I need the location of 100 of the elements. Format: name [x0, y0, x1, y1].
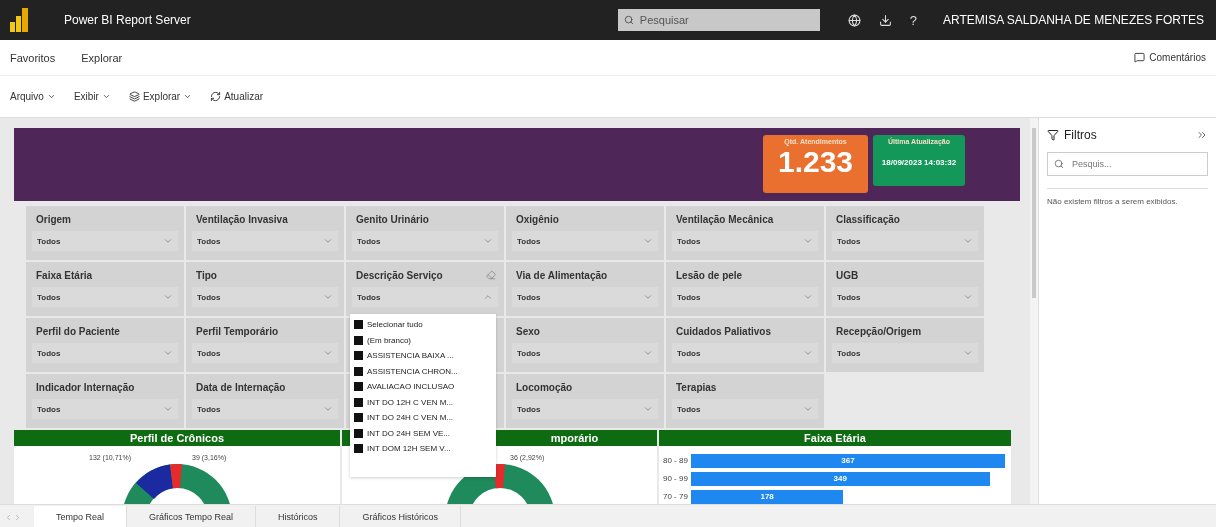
comments-link[interactable]: Comentários	[1134, 52, 1206, 63]
chevron-down-icon	[163, 292, 173, 302]
slicer-title: Ventilação Invasiva	[195, 214, 288, 227]
slicer-dropdown[interactable]: Todos	[352, 287, 498, 307]
chevron-down-icon	[163, 348, 173, 358]
nav-link[interactable]: Explorar	[81, 51, 123, 64]
slicer-dropdown[interactable]: Todos	[672, 343, 818, 363]
option-label[interactable]: ASSISTENCIA CHRON...	[367, 366, 458, 376]
search-icon	[623, 15, 634, 25]
option-label[interactable]: ASSISTENCIA BAIXA ...	[367, 351, 454, 361]
axis-label: 70 - 79	[663, 492, 689, 501]
option-label[interactable]: INT DO 12H C VEN M...	[367, 397, 454, 407]
checkbox[interactable]	[354, 335, 363, 345]
slicer-title: Descrição Serviço	[355, 270, 443, 283]
checkbox[interactable]	[354, 382, 363, 392]
option-label[interactable]: INT DO 24H SEM VE...	[367, 428, 450, 438]
slicer-title: Locomoção	[515, 382, 573, 395]
chevron-down-icon	[163, 404, 173, 414]
help-button[interactable]: ?	[909, 12, 918, 28]
option-label[interactable]: (Em branco)	[367, 335, 411, 345]
slicer-dropdown[interactable]: Todos	[512, 231, 658, 251]
slicer-title: Data de Internação	[195, 382, 286, 395]
option-label[interactable]: AVALIACAO INCLUSAO	[367, 382, 455, 392]
toolbar-button[interactable]: Exibir	[73, 91, 111, 102]
slicer-title: Oxigênio	[515, 214, 559, 227]
page-tab[interactable]: Gráficos Tempo Real	[127, 506, 256, 527]
refresh-icon	[210, 91, 222, 102]
kpi-value: 1.233	[777, 145, 854, 178]
filter-search-field[interactable]: Pesquis...	[1047, 152, 1208, 176]
globe-icon[interactable]	[847, 13, 861, 27]
slicer-dropdown[interactable]: Todos	[512, 399, 658, 419]
slicer-title: Terapias	[675, 382, 717, 395]
slicer-title: Lesão de pele	[675, 270, 743, 283]
slicer-dropdown[interactable]: Todos	[832, 343, 978, 363]
option-label[interactable]: INT DOM 12H SEM V...	[367, 444, 451, 454]
slicer-dropdown[interactable]: Todos	[32, 231, 178, 251]
option-label[interactable]: INT DO 24H C VEN M...	[367, 413, 454, 423]
checkbox[interactable]	[354, 366, 363, 376]
chevron-down-icon	[323, 348, 333, 358]
toolbar-button[interactable]: Atualizar	[210, 91, 264, 102]
slicer-dropdown[interactable]: Todos	[192, 399, 338, 419]
slicer-title: Via de Alimentação	[515, 270, 608, 283]
slicer-title: Origem	[35, 214, 71, 227]
download-icon[interactable]	[878, 13, 892, 27]
checkbox[interactable]	[354, 351, 363, 361]
search-field[interactable]: Pesquisar	[617, 9, 820, 31]
chart-title: mporário	[550, 432, 599, 444]
checkbox[interactable]	[354, 428, 363, 438]
chevron-down-icon	[183, 92, 193, 101]
slicer-dropdown[interactable]: Todos	[192, 343, 338, 363]
nav-link[interactable]: Favoritos	[10, 51, 56, 64]
slicer-dropdown[interactable]: Todos	[832, 231, 978, 251]
slicer-dropdown[interactable]: Todos	[672, 231, 818, 251]
bar: 349	[691, 471, 990, 486]
user-name[interactable]: ARTEMISA SALDANHA DE MENEZES FORTES	[943, 13, 1204, 27]
chevron-down-icon	[963, 236, 973, 246]
page-tab[interactable]: Tempo Real	[34, 506, 128, 527]
chevron-down-icon	[323, 292, 333, 302]
chevron-down-icon	[803, 236, 813, 246]
slicer-dropdown[interactable]: Todos	[32, 399, 178, 419]
collapse-icon[interactable]	[1196, 129, 1208, 141]
slicer-title: Indicador Internação	[35, 382, 135, 395]
slicer-dropdown[interactable]: Todos	[672, 287, 818, 307]
search-input[interactable]: Pesquisar	[637, 13, 792, 27]
kpi-value: 18/09/2023 14:03:32	[881, 159, 957, 168]
slicer-title: Ventilação Mecânica	[675, 214, 774, 227]
chevron-down-icon	[643, 292, 653, 302]
slicer-title: Cuidados Paliativos	[675, 326, 772, 339]
slicer-dropdown[interactable]: Todos	[192, 287, 338, 307]
chevron-down-icon	[101, 92, 111, 101]
chevron-down-icon	[643, 404, 653, 414]
slicer-title: Perfil Temporário	[195, 326, 279, 339]
page-tab[interactable]: Históricos	[255, 506, 341, 527]
checkbox[interactable]	[354, 413, 363, 423]
slicer-dropdown[interactable]: Todos	[192, 231, 338, 251]
slicer-dropdown[interactable]: Todos	[512, 287, 658, 307]
slicer-dropdown[interactable]: Todos	[672, 399, 818, 419]
slicer-title: Classificação	[835, 214, 900, 227]
chevron-down-icon	[803, 348, 813, 358]
slicer-dropdown[interactable]: Todos	[512, 343, 658, 363]
checkbox[interactable]	[354, 397, 363, 407]
chevron-up-icon	[483, 292, 493, 302]
toolbar-button[interactable]: Explorar	[128, 91, 193, 102]
checkbox[interactable]	[354, 444, 363, 454]
slicer-dropdown[interactable]: Todos	[352, 231, 498, 251]
bar: 367	[691, 453, 1005, 468]
scrollbar[interactable]	[1030, 118, 1038, 504]
bar: 178	[691, 489, 844, 504]
slicer-dropdown[interactable]: Todos	[32, 343, 178, 363]
slicer-dropdown[interactable]: Todos	[832, 287, 978, 307]
toolbar-button[interactable]: Arquivo	[10, 91, 56, 102]
option-label[interactable]: Selecionar tudo	[367, 320, 423, 330]
chart-title: Faixa Etária	[804, 432, 866, 444]
page-tab[interactable]: Gráficos Históricos	[340, 506, 461, 527]
checkbox[interactable]	[354, 320, 363, 330]
empty-message: Não existem filtros a serem exibidos.	[1047, 188, 1208, 208]
slicer-dropdown[interactable]: Todos	[32, 287, 178, 307]
axis-label: 90 - 99	[663, 474, 689, 483]
chevron-down-icon	[963, 348, 973, 358]
explore-icon	[128, 91, 140, 102]
